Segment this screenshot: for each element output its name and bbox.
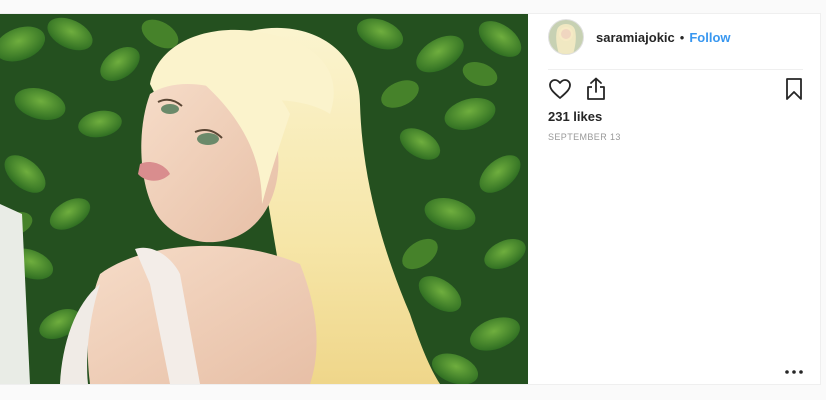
share-icon[interactable] (584, 77, 610, 103)
username-link[interactable]: saramiajokic (596, 30, 675, 45)
separator-dot: • (679, 29, 685, 45)
like-count[interactable]: 231 likes (548, 109, 602, 124)
post-photo[interactable] (0, 14, 528, 384)
bookmark-icon[interactable] (782, 77, 808, 103)
follow-button[interactable]: Follow (689, 30, 730, 45)
header-divider (548, 69, 803, 70)
action-bar (548, 77, 804, 105)
avatar[interactable] (548, 19, 584, 55)
post-date: SEPTEMBER 13 (548, 132, 621, 142)
heart-icon[interactable] (548, 77, 574, 103)
post-header: saramiajokic • Follow (548, 17, 731, 57)
more-options-icon[interactable] (782, 365, 806, 377)
post-card: saramiajokic • Follow 231 likes SEPTEMBE… (0, 13, 821, 385)
post-sidebar: saramiajokic • Follow 231 likes SEPTEMBE… (528, 14, 820, 384)
